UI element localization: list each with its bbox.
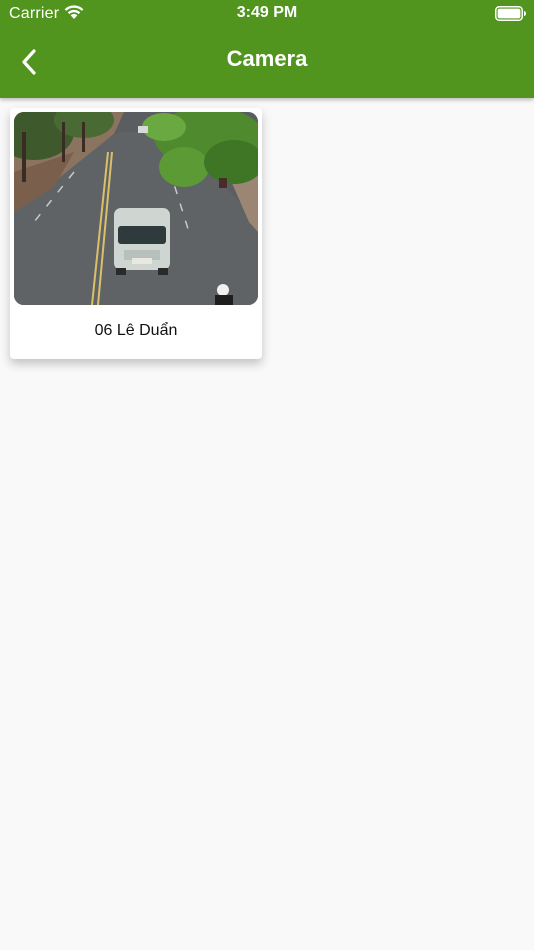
camera-thumbnail (14, 112, 258, 305)
camera-list: 06 Lê Duẩn (0, 98, 534, 950)
status-bar: Carrier 3:49 PM (0, 0, 534, 28)
camera-name: 06 Lê Duẩn (94, 322, 178, 339)
navigation-bar: Camera (0, 28, 534, 98)
battery-full-icon (495, 6, 526, 21)
app-header: Carrier 3:49 PM Camera (0, 0, 534, 98)
status-time: 3:49 PM (236, 4, 298, 21)
page-title: Camera (226, 46, 308, 71)
camera-card[interactable]: 06 Lê Duẩn (10, 108, 262, 359)
